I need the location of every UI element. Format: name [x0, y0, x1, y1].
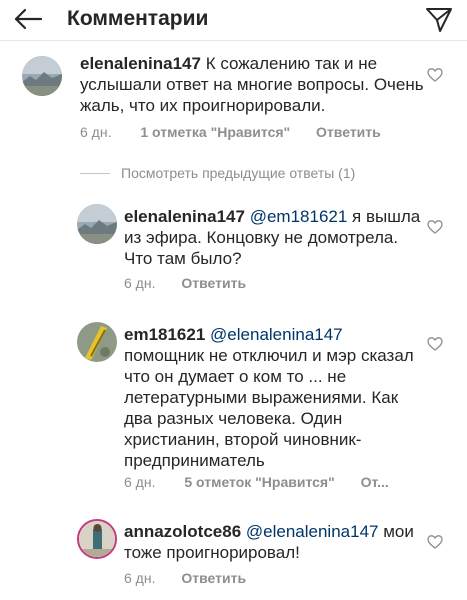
page-title: Комментарии: [67, 7, 209, 30]
reply-button[interactable]: Ответить: [316, 124, 381, 140]
top-bar: Комментарии: [0, 0, 467, 41]
reply-button[interactable]: Ответить: [181, 275, 246, 291]
view-previous-label: Посмотреть предыдущие ответы (1): [121, 165, 356, 181]
comment-time: 6 дн.: [80, 124, 112, 140]
divider-line: [80, 172, 110, 174]
comment-body: помощник не отключил и мэр сказал что он…: [124, 346, 414, 470]
comment-username[interactable]: elenalenina147: [124, 207, 245, 226]
avatar[interactable]: [77, 519, 117, 559]
comment-time: 6 дн.: [124, 570, 156, 586]
reply-button[interactable]: От...: [361, 474, 389, 490]
direct-message-button[interactable]: [423, 4, 455, 36]
comment-meta: 6 дн. 5 отметок "Нравится" От...: [124, 474, 389, 490]
heart-outline-icon[interactable]: [427, 219, 443, 235]
comment-meta: 6 дн. 1 отметка "Нравится" Ответить: [80, 124, 381, 140]
comment-text: annazolotce86 @elenalenina147 мои тоже п…: [124, 521, 424, 563]
heart-outline-icon[interactable]: [427, 67, 443, 83]
comment-username[interactable]: annazolotce86: [124, 522, 241, 541]
comment-mention[interactable]: @elenalenina147: [246, 522, 379, 541]
comment-time: 6 дн.: [124, 275, 156, 291]
comment-mention[interactable]: @elenalenina147: [210, 325, 343, 344]
comment-meta: 6 дн. Ответить: [124, 570, 246, 586]
comment-username[interactable]: elenalenina147: [80, 54, 201, 73]
comment-text: em181621 @elenalenina147 помощник не отк…: [124, 324, 424, 471]
comment-text: elenalenina147 @em181621 я вышла из эфир…: [124, 206, 424, 269]
view-previous-replies[interactable]: Посмотреть предыдущие ответы (1): [80, 164, 355, 182]
comment-likes-link[interactable]: 1 отметка "Нравится": [140, 124, 290, 140]
comment-mention[interactable]: @em181621: [250, 207, 348, 226]
avatar[interactable]: [77, 204, 117, 244]
comment-text: elenalenina147 К сожалению так и не услы…: [80, 53, 430, 116]
heart-outline-icon[interactable]: [427, 336, 443, 352]
avatar[interactable]: [22, 56, 62, 96]
comment-meta: 6 дн. Ответить: [124, 275, 246, 291]
heart-outline-icon[interactable]: [427, 534, 443, 550]
comment-likes-link[interactable]: 5 отметок "Нравится": [184, 474, 334, 490]
comment-time: 6 дн.: [124, 474, 156, 490]
comment-username[interactable]: em181621: [124, 325, 205, 344]
reply-button[interactable]: Ответить: [181, 570, 246, 586]
avatar[interactable]: [77, 322, 117, 362]
arrow-left-icon: [14, 8, 43, 30]
back-button[interactable]: [8, 2, 48, 36]
paper-plane-icon: [426, 8, 452, 32]
